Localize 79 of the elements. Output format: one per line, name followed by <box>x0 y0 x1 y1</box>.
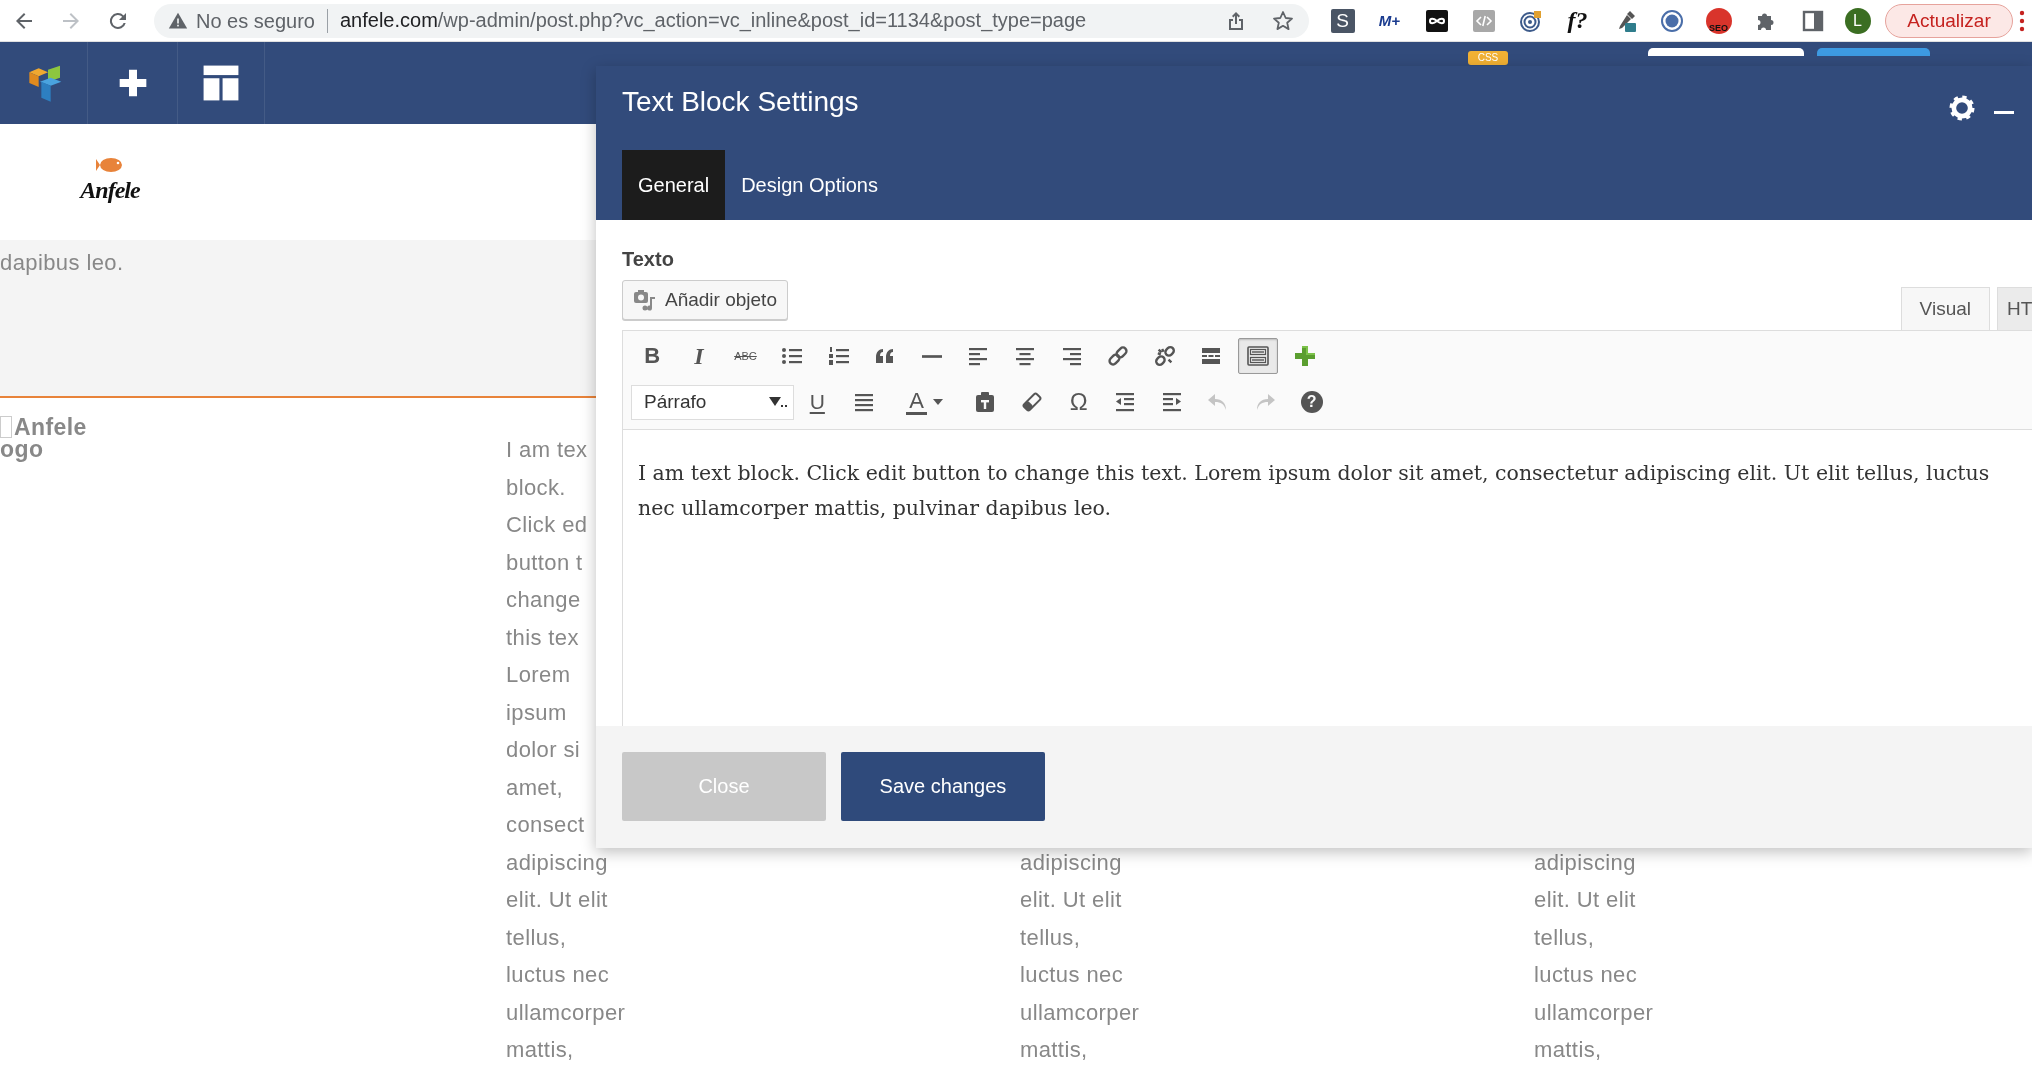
editor-text[interactable]: I am text block. Click edit button to change this text. Lorem ipsum dolor sit amet, consectetur adipiscing elit. Ut elit tellus, luctus nec ullamcorper mattis, pulvinar dapibus leo. <box>623 430 2032 526</box>
column-text-line: tellus, <box>1534 923 1595 952</box>
add-media-button[interactable]: Añadir objeto <box>622 280 788 320</box>
broken-image-icon <box>0 416 12 438</box>
column-text-line: ullamcorper <box>1534 998 1654 1027</box>
column-text-line: Click ed <box>506 511 588 539</box>
column-text-line: elit. Ut elit <box>1534 886 1636 914</box>
infinity-icon[interactable] <box>1424 8 1449 33</box>
help-button[interactable]: ? <box>1288 384 1335 420</box>
extension-button[interactable]: M+ <box>1378 12 1401 29</box>
editor-tab[interactable]: HT <box>1997 287 2032 330</box>
column-text-line: luctus nec <box>1534 961 1638 989</box>
profile-avatar[interactable]: L <box>1844 7 1871 34</box>
column-text-line: mattis, <box>506 1036 574 1064</box>
italic-button[interactable]: I <box>675 338 723 374</box>
dialog-title: Text Block Settings <box>622 86 859 118</box>
image-alt-text: ogo <box>0 438 45 460</box>
toolbar-toggle-button[interactable] <box>1238 338 1278 374</box>
column-text-line: this tex <box>506 623 579 652</box>
security-status[interactable]: No es seguro <box>168 8 328 33</box>
address-bar[interactable]: No es seguro anfele.com/wp-admin/post.php?vc_action=vc_inline&post_id=1134&post_type=page <box>154 3 1309 38</box>
extension-button[interactable]: SEO <box>1705 7 1732 34</box>
column-text-line: mattis, <box>1020 1036 1088 1064</box>
format-select[interactable]: Párrafo <box>631 384 794 420</box>
image-alt-text: Anfele <box>14 416 87 438</box>
bold-button[interactable]: B <box>629 338 676 374</box>
extension-button[interactable]: f? <box>1567 7 1588 34</box>
column-text-line: amet, <box>506 773 564 802</box>
column-text-line: tellus, <box>1020 923 1081 952</box>
broken-link-icon <box>1152 344 1177 368</box>
link-icon <box>1106 344 1131 368</box>
column-text-line: elit. Ut elit <box>506 886 608 914</box>
save-button[interactable]: Save changes <box>841 752 1045 821</box>
column-text-line: luctus nec <box>506 961 610 989</box>
underline-button[interactable]: U <box>794 384 841 420</box>
star-icon[interactable] <box>1270 8 1295 33</box>
tab[interactable]: General <box>622 150 726 220</box>
special-character-button[interactable]: Ω <box>1055 384 1102 420</box>
editor-tab[interactable]: Visual <box>1900 287 1990 330</box>
keyboard-icon <box>1246 344 1270 368</box>
column-text-line: adipiscing <box>506 848 608 877</box>
column-text-line: ullamcorper <box>1020 998 1140 1027</box>
column-text-line: ipsum <box>506 698 567 727</box>
tab[interactable]: Design Options <box>725 150 894 220</box>
update-button[interactable]: Actualizar <box>1885 3 2013 38</box>
column-text-line: Lorem <box>506 661 571 689</box>
horizontal-line-icon <box>921 354 942 358</box>
target-icon[interactable] <box>1518 8 1543 33</box>
column-text-line: consect <box>506 811 585 839</box>
field-label: Texto <box>622 248 675 271</box>
css-badge: CSS <box>1468 51 1508 65</box>
url-text[interactable]: anfele.com/wp-admin/post.php?vc_action=vc_inline&post_id=1134&post_type=page <box>339 9 1087 32</box>
column-text-line: block. <box>506 473 566 502</box>
column-text-line: dolor si <box>506 736 581 764</box>
paragraph-text: dapibus leo. <box>0 250 124 275</box>
column-text-line: tellus, <box>506 923 567 952</box>
circle-logo-icon[interactable] <box>1659 8 1684 33</box>
column-text-line: ullamcorper <box>506 998 626 1027</box>
strikethrough-button[interactable]: ABC <box>722 338 769 374</box>
layout-icon[interactable] <box>202 64 240 102</box>
logo-text: Anfele <box>80 176 140 204</box>
settings-icon[interactable] <box>1948 94 1976 122</box>
extension-button[interactable]: S <box>1330 8 1355 33</box>
side-panel-icon[interactable] <box>1800 8 1825 33</box>
column-text-line: luctus nec <box>1020 961 1124 989</box>
column-text-line: elit. Ut elit <box>1020 886 1122 914</box>
column-text-line: mattis, <box>1534 1036 1602 1064</box>
more-icon[interactable] <box>2019 8 2025 33</box>
text-color-button[interactable]: A <box>887 384 963 420</box>
eraser-icon <box>1020 390 1045 414</box>
column-text-line: adipiscing <box>1020 848 1122 877</box>
numbered-list-icon <box>826 344 851 368</box>
plus-icon <box>1292 344 1317 368</box>
caret-icon <box>769 397 787 407</box>
media-icon <box>633 288 657 312</box>
column-text-line: change <box>506 586 581 614</box>
column-text-line: button t <box>506 548 583 577</box>
column-text-line: adipiscing <box>1534 848 1636 877</box>
column-text-line: I am tex <box>506 436 588 464</box>
